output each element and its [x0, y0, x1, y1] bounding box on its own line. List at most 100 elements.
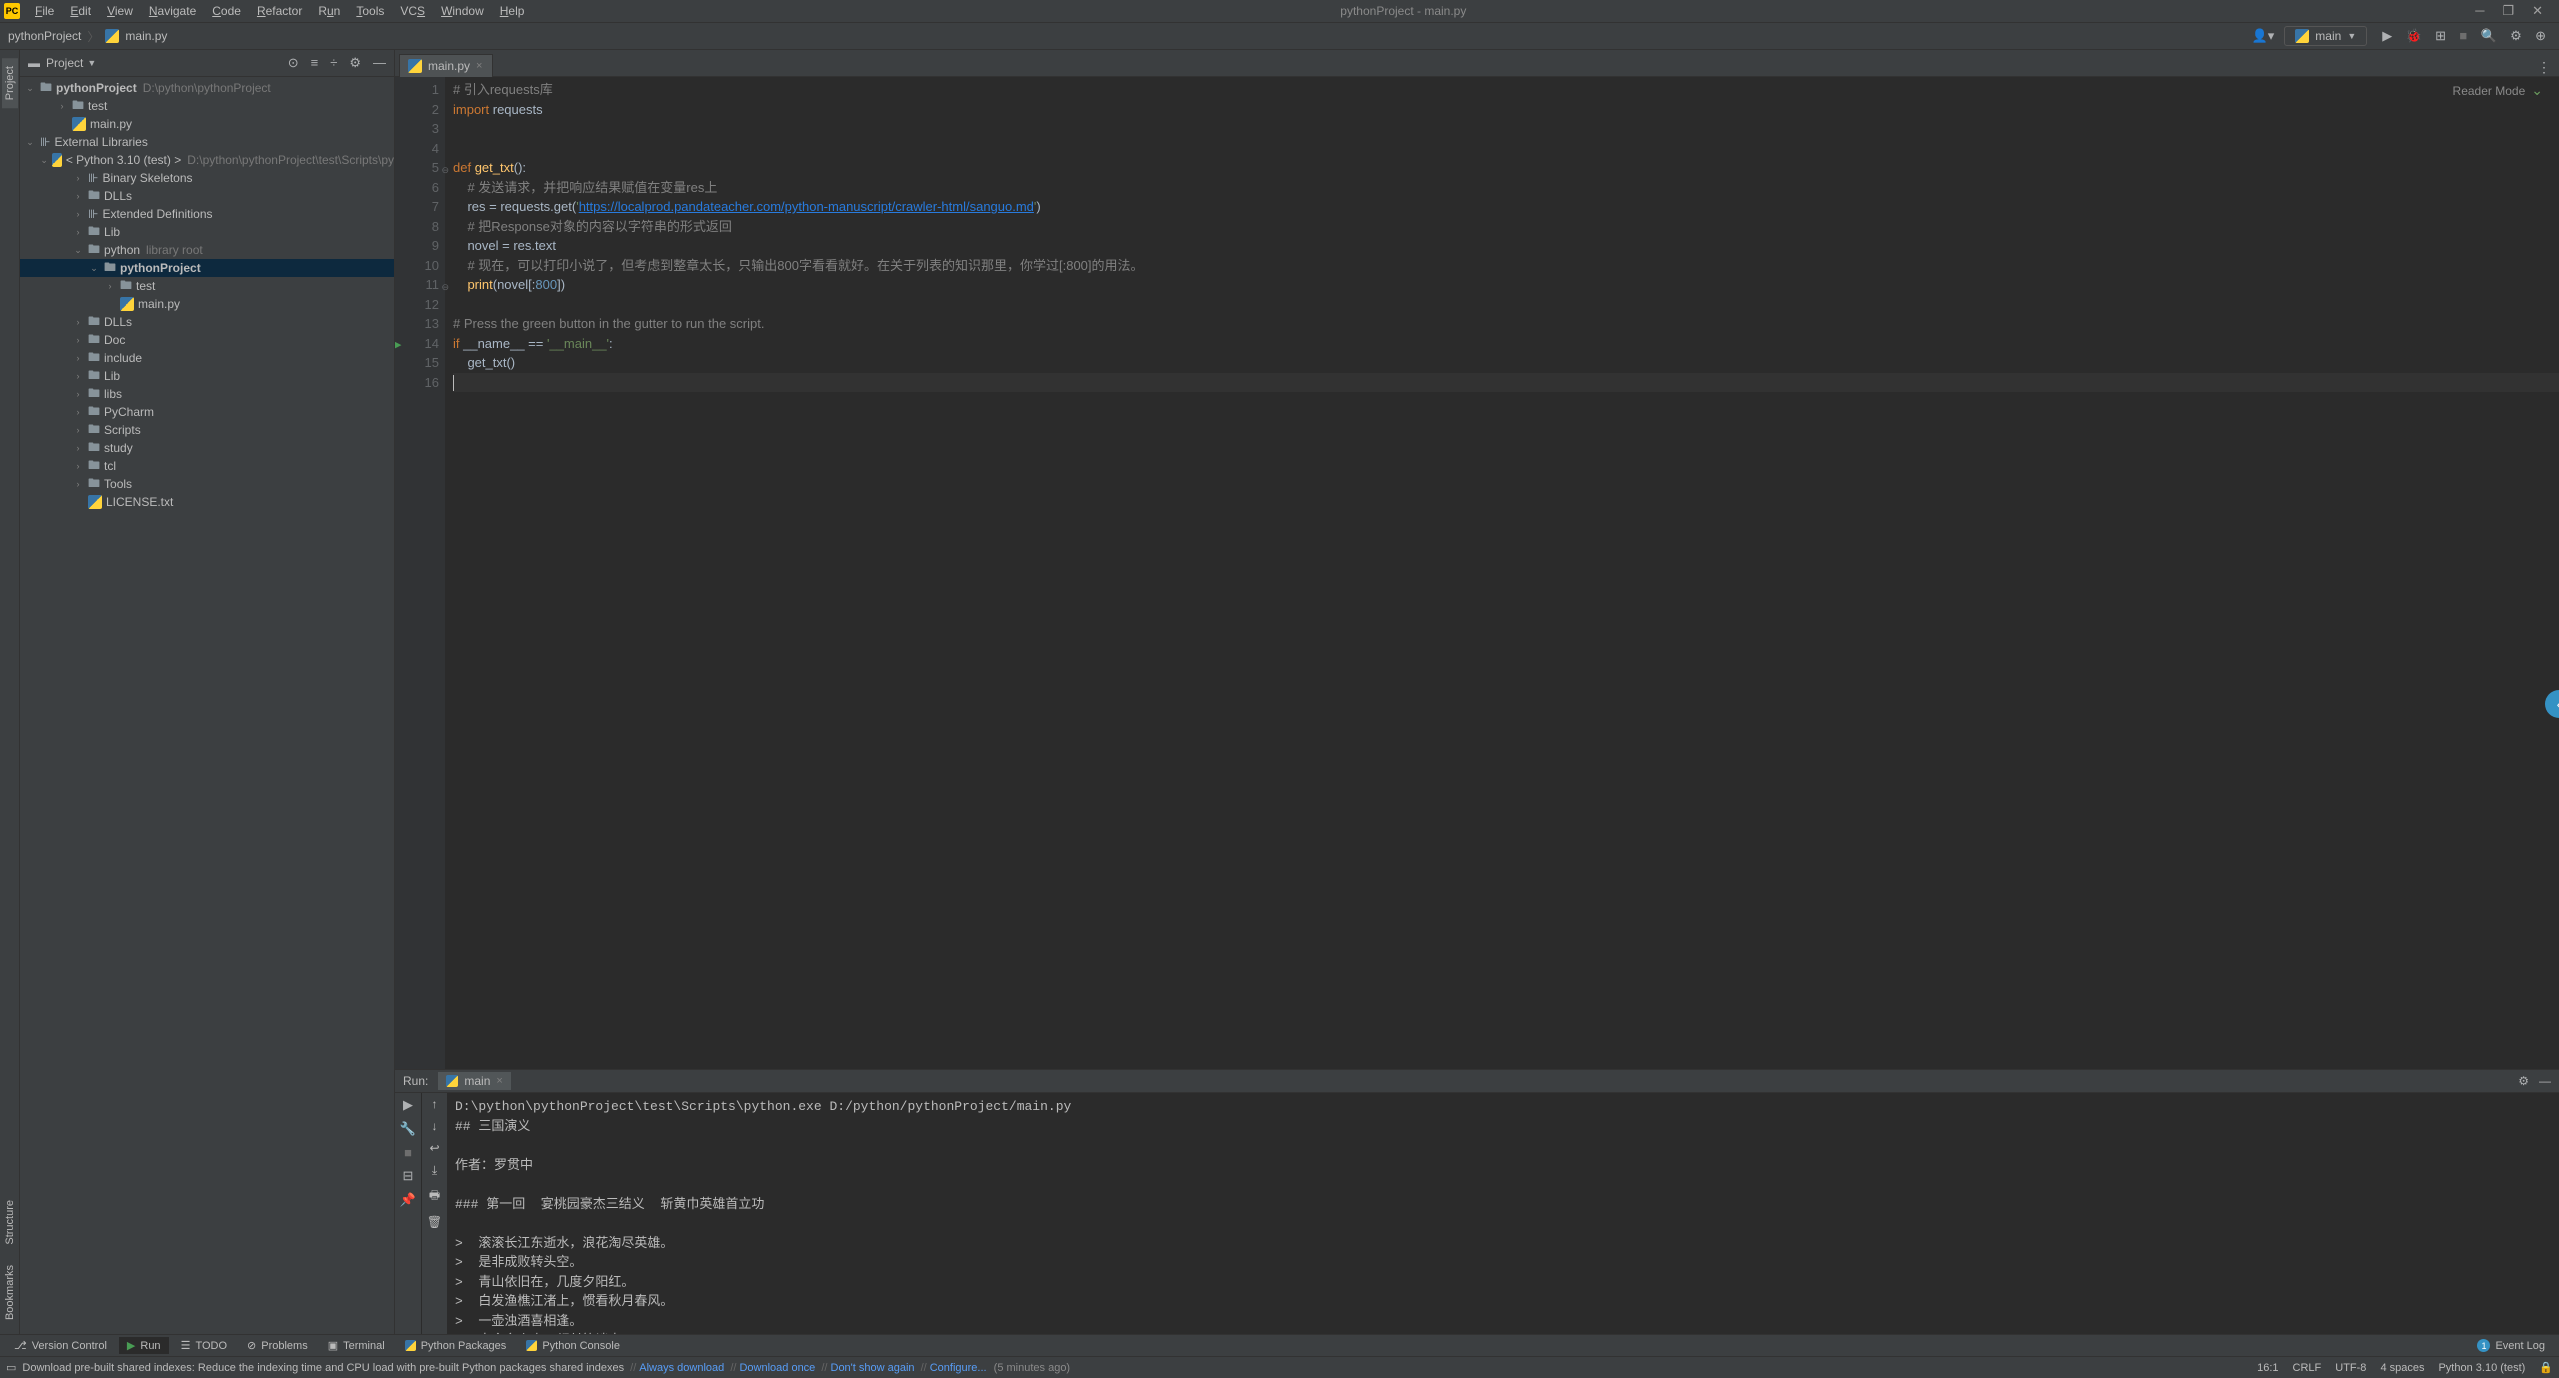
code-line-9[interactable]: novel = res.text — [453, 236, 2559, 256]
breadcrumb-file[interactable]: main.py — [125, 29, 167, 43]
tree-arrow-icon[interactable]: ⌄ — [40, 155, 48, 166]
tree-row-libs[interactable]: ›🖿libs — [20, 385, 394, 403]
gutter-line-10[interactable]: 10 — [395, 256, 439, 276]
file-encoding[interactable]: UTF-8 — [2335, 1362, 2366, 1374]
tree-row-doc[interactable]: ›🖿Doc — [20, 331, 394, 349]
gear-icon[interactable]: ⚙ — [349, 55, 361, 71]
reader-mode-indicator[interactable]: Reader Mode ⌄ — [2453, 82, 2543, 99]
tree-arrow-icon[interactable]: › — [56, 101, 68, 111]
tree-row-tools[interactable]: ›🖿Tools — [20, 475, 394, 493]
hide-run-icon[interactable]: — — [2539, 1074, 2551, 1088]
code-line-7[interactable]: res = requests.get('https://localprod.pa… — [453, 197, 2559, 217]
tree-row-dlls[interactable]: ›🖿DLLs — [20, 187, 394, 205]
code-editor[interactable]: 1234⊖5678910⊖111213▶141516 # 引入requests库… — [395, 77, 2559, 1069]
wrench-icon[interactable]: 🔧 — [400, 1121, 416, 1137]
down-icon[interactable]: ↓ — [432, 1119, 438, 1133]
tree-row-python[interactable]: ⌄🖿pythonlibrary root — [20, 241, 394, 259]
menu-window[interactable]: WindowWindow — [434, 2, 491, 20]
run-button[interactable]: ▶ — [2382, 28, 2392, 43]
code-line-14[interactable]: if __name__ == '__main__': — [453, 334, 2559, 354]
tree-row-test[interactable]: ›🖿test — [20, 97, 394, 115]
code-line-13[interactable]: # Press the green button in the gutter t… — [453, 314, 2559, 334]
tree-arrow-icon[interactable]: ⌄ — [88, 263, 100, 274]
line-separator[interactable]: CRLF — [2293, 1362, 2322, 1374]
tool-tab-python-console[interactable]: Python Console — [518, 1338, 628, 1354]
menu-file[interactable]: FFileile — [28, 2, 61, 20]
soft-wrap-icon[interactable]: ↩ — [429, 1141, 439, 1155]
code-line-2[interactable]: import requests — [453, 100, 2559, 120]
code-line-4[interactable] — [453, 139, 2559, 159]
gutter-line-14[interactable]: ▶14 — [395, 334, 439, 354]
breadcrumb-project[interactable]: pythonProject — [8, 29, 81, 43]
stop-button[interactable]: ■ — [2459, 28, 2467, 43]
tree-arrow-icon[interactable]: › — [72, 479, 84, 489]
tree-row--python-3-10-test-[interactable]: ⌄< Python 3.10 (test) >D:\python\pythonP… — [20, 151, 394, 169]
search-icon[interactable]: 🔍 — [2481, 28, 2497, 43]
tree-arrow-icon[interactable]: ⌄ — [72, 245, 84, 256]
status-icon[interactable]: ▭ — [6, 1361, 16, 1374]
code-line-12[interactable] — [453, 295, 2559, 315]
tree-arrow-icon[interactable]: › — [72, 461, 84, 471]
print-icon[interactable]: 🖶 — [429, 1186, 440, 1207]
tool-tab-python-packages[interactable]: Python Packages — [397, 1338, 515, 1354]
tool-tab-event-log[interactable]: 1Event Log — [2469, 1337, 2553, 1354]
tree-row-pythonproject[interactable]: ⌄🖿pythonProject — [20, 259, 394, 277]
run-tab[interactable]: main × — [438, 1072, 510, 1090]
tree-arrow-icon[interactable]: › — [72, 425, 84, 435]
tabs-more-icon[interactable]: ⋮ — [2537, 59, 2559, 76]
interpreter[interactable]: Python 3.10 (test) — [2438, 1362, 2525, 1374]
menu-refactor[interactable]: RefactorRefactor — [250, 2, 309, 20]
tree-arrow-icon[interactable]: ⌄ — [24, 137, 36, 148]
minimize-icon[interactable]: ─ — [2475, 3, 2484, 19]
tree-arrow-icon[interactable]: › — [72, 227, 84, 237]
layout-icon[interactable]: ⊟ — [403, 1168, 414, 1184]
tool-tab-todo[interactable]: ☰TODO — [173, 1337, 235, 1354]
tree-arrow-icon[interactable]: › — [72, 191, 84, 201]
menu-vcs[interactable]: VCSVCS — [393, 2, 432, 20]
rerun-icon[interactable]: ▶ — [403, 1097, 413, 1113]
debug-button[interactable]: 🐞 — [2406, 28, 2422, 43]
project-tree[interactable]: ⌄🖿pythonProjectD:\python\pythonProject›🖿… — [20, 77, 394, 1334]
indent-setting[interactable]: 4 spaces — [2380, 1362, 2424, 1374]
tree-arrow-icon[interactable]: › — [72, 371, 84, 381]
menu-navigate[interactable]: NavigateNavigate — [142, 2, 203, 20]
editor-tab-main[interactable]: main.py × — [399, 54, 493, 77]
tree-arrow-icon[interactable]: › — [72, 317, 84, 327]
tree-arrow-icon[interactable]: › — [72, 173, 84, 183]
scroll-end-icon[interactable]: ⤓ — [432, 1163, 437, 1178]
tree-row-main-py[interactable]: main.py — [20, 295, 394, 313]
pin-icon[interactable]: 📌 — [400, 1192, 416, 1208]
code-line-5[interactable]: def get_txt(): — [453, 158, 2559, 178]
tree-row-external-libraries[interactable]: ⌄⊪External Libraries — [20, 133, 394, 151]
tool-tab-run[interactable]: ▶Run — [119, 1337, 169, 1354]
gutter-line-5[interactable]: ⊖5 — [395, 158, 439, 178]
collapse-all-icon[interactable]: ÷ — [330, 55, 337, 71]
gutter-line-12[interactable]: 12 — [395, 295, 439, 315]
tree-row-pycharm[interactable]: ›🖿PyCharm — [20, 403, 394, 421]
tree-row-binary-skeletons[interactable]: ›⊪Binary Skeletons — [20, 169, 394, 187]
project-tool-tab[interactable]: Project — [2, 58, 18, 108]
gear-icon[interactable]: ⚙ — [2518, 1074, 2529, 1088]
code-line-6[interactable]: # 发送请求，并把响应结果赋值在变量res上 — [453, 178, 2559, 198]
locate-icon[interactable]: ⊙ — [288, 55, 299, 71]
tree-row-scripts[interactable]: ›🖿Scripts — [20, 421, 394, 439]
gutter-line-4[interactable]: 4 — [395, 139, 439, 159]
settings-icon[interactable]: ⚙ — [2510, 28, 2522, 43]
bookmarks-tool-tab[interactable]: Bookmarks — [2, 1257, 18, 1328]
close-icon[interactable]: ✕ — [2532, 3, 2543, 19]
menu-edit[interactable]: EditEdit — [63, 2, 98, 20]
gutter-line-16[interactable]: 16 — [395, 373, 439, 393]
tree-arrow-icon[interactable]: › — [72, 335, 84, 345]
hide-icon[interactable]: — — [373, 55, 386, 71]
tree-row-study[interactable]: ›🖿study — [20, 439, 394, 457]
lock-icon[interactable]: 🔒 — [2539, 1361, 2553, 1374]
tree-arrow-icon[interactable]: ⌄ — [24, 83, 36, 94]
editor-gutter[interactable]: 1234⊖5678910⊖111213▶141516 — [395, 77, 445, 1069]
stop-icon[interactable]: ■ — [404, 1145, 412, 1160]
gutter-line-13[interactable]: 13 — [395, 314, 439, 334]
menu-run[interactable]: RunRun — [311, 2, 347, 20]
tool-tab-problems[interactable]: ⊘Problems — [239, 1337, 316, 1354]
gutter-line-3[interactable]: 3 — [395, 119, 439, 139]
menu-help[interactable]: HelpHelp — [493, 2, 532, 20]
editor-code[interactable]: # 引入requests库import requestsdef get_txt(… — [445, 77, 2559, 1069]
